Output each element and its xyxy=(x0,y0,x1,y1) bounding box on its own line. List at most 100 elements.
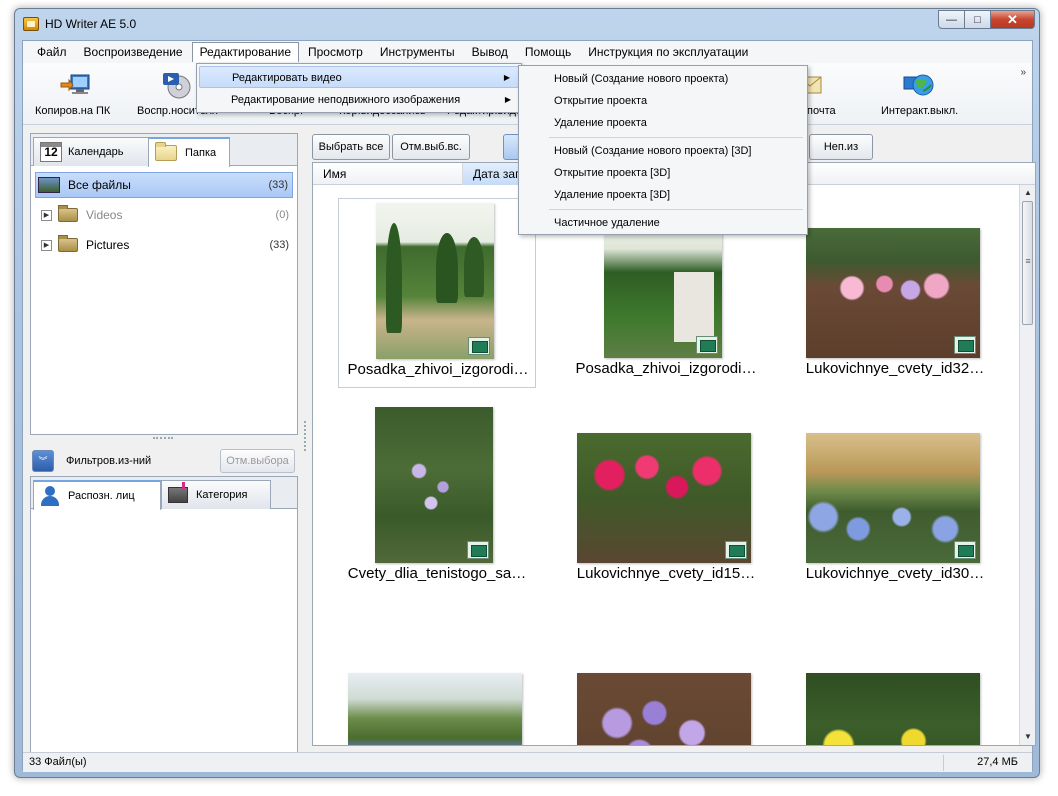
thumbnail-item[interactable] xyxy=(567,633,765,745)
client-area: Файл Воспроизведение Редактирование Прос… xyxy=(22,40,1036,772)
scroll-up-button[interactable]: ▲ xyxy=(1020,185,1035,201)
photo-thumbnail xyxy=(806,673,980,745)
photo-thumbnail xyxy=(577,673,751,745)
thumbnail-label: Lukovichnye_cvety_id30… xyxy=(805,565,985,582)
expand-icon[interactable]: ▶ xyxy=(41,209,52,221)
photo-type-icon xyxy=(954,336,976,354)
thumbnail-label: Cvety_dlia_tenistogo_sa… xyxy=(347,565,527,582)
thumbnail-item[interactable]: Cvety_dlia_tenistogo_sa… xyxy=(338,403,536,593)
copy-to-pc-button[interactable]: Копиров.на ПК xyxy=(29,63,123,123)
thumbnail-item[interactable]: Posadka_zhivoi_izgorodi… xyxy=(338,198,536,388)
tab-face-recognition[interactable]: Распозн. лиц xyxy=(33,480,161,510)
menu-separator xyxy=(549,137,803,138)
title-bar[interactable]: HD Writer AE 5.0 — □ ✕ xyxy=(15,9,1039,41)
total-size: 27,4 МБ xyxy=(977,756,1018,768)
thumbnail-item[interactable]: Lukovichnye_cvety_id30… xyxy=(796,403,994,593)
menu-item-delete-project-3d[interactable]: Удаление проекта [3D] xyxy=(521,184,805,206)
menu-view[interactable]: Просмотр xyxy=(300,42,371,62)
folder-icon xyxy=(58,235,78,252)
tab-folder[interactable]: Папка xyxy=(148,137,230,167)
photo-thumbnail xyxy=(577,433,751,563)
scroll-grip-icon: ≡ xyxy=(1025,256,1031,266)
horizontal-splitter[interactable] xyxy=(153,437,173,441)
tree-item-all-files[interactable]: Все файлы (33) xyxy=(35,172,293,198)
column-name[interactable]: Имя xyxy=(313,163,463,185)
menu-item-new-project[interactable]: Новый (Создание нового проекта) xyxy=(521,68,805,90)
thumbnail-item[interactable] xyxy=(796,633,994,745)
vertical-scrollbar[interactable]: ▲ ≡ ▼ xyxy=(1019,185,1035,745)
filter-toggle-button[interactable]: ︾ xyxy=(32,450,54,472)
tab-category[interactable]: Категория xyxy=(161,480,271,509)
menu-bar: Файл Воспроизведение Редактирование Прос… xyxy=(23,41,1032,63)
folder-icon xyxy=(155,142,177,161)
status-bar: 33 Файл(ы) 27,4 МБ xyxy=(23,752,1032,772)
thumbnail-label: Posadka_zhivoi_izgorodi… xyxy=(575,360,757,377)
photo-type-icon xyxy=(467,541,489,559)
app-window: HD Writer AE 5.0 — □ ✕ Файл Воспроизведе… xyxy=(14,8,1040,778)
thumbnail-view: Имя Дата запи Posadka_zhivoi_izgorodi… P… xyxy=(312,162,1036,746)
menu-help[interactable]: Помощь xyxy=(517,42,579,62)
unselected-button[interactable]: Неп.из xyxy=(809,134,873,160)
copy-to-pc-icon xyxy=(60,74,90,94)
thumbnail-item[interactable] xyxy=(338,633,536,745)
menu-edit[interactable]: Редактирование xyxy=(191,42,299,62)
menu-item-new-project-3d[interactable]: Новый (Создание нового проекта) [3D] xyxy=(521,140,805,162)
menu-item-partial-delete[interactable]: Частичное удаление xyxy=(521,212,805,234)
menu-playback[interactable]: Воспроизведение xyxy=(76,42,191,62)
photo-thumbnail xyxy=(806,228,980,358)
photo-thumbnail xyxy=(348,673,522,745)
minimize-button[interactable]: — xyxy=(938,10,965,29)
menu-item-delete-project[interactable]: Удаление проекта xyxy=(521,112,805,134)
app-logo-icon xyxy=(23,17,39,31)
close-button[interactable]: ✕ xyxy=(990,10,1035,29)
source-panel: 12 Календарь Папка Все файлы (33) ▶ Vide… xyxy=(30,133,298,435)
tab-calendar[interactable]: 12 Календарь xyxy=(33,137,149,166)
status-divider xyxy=(943,755,944,771)
photo-type-icon xyxy=(725,541,747,559)
clear-selection-button[interactable]: Отм.выбора xyxy=(220,449,295,473)
thumbnail-item[interactable]: Lukovichnye_cvety_id15… xyxy=(567,403,765,593)
photo-thumbnail xyxy=(806,433,980,563)
menu-item-edit-video[interactable]: Редактировать видео ▶ xyxy=(199,66,519,88)
expand-icon[interactable]: ▶ xyxy=(41,239,52,251)
menu-tools[interactable]: Инструменты xyxy=(372,42,463,62)
menu-item-open-project-3d[interactable]: Открытие проекта [3D] xyxy=(521,162,805,184)
thumbnail-item[interactable]: Lukovichnye_cvety_id32… xyxy=(796,198,994,388)
maximize-button[interactable]: □ xyxy=(964,10,991,29)
deselect-all-button[interactable]: Отм.выб.вс. xyxy=(392,134,470,160)
scroll-down-button[interactable]: ▼ xyxy=(1020,729,1035,745)
menu-item-open-project[interactable]: Открытие проекта xyxy=(521,90,805,112)
menu-manual[interactable]: Инструкция по эксплуатации xyxy=(580,42,756,62)
tree-item-pictures[interactable]: ▶ Pictures (33) xyxy=(35,232,293,258)
menu-separator xyxy=(549,209,803,210)
select-all-button[interactable]: Выбрать все xyxy=(312,134,390,160)
toolbar-overflow-icon[interactable]: » xyxy=(1020,67,1026,78)
window-title: HD Writer AE 5.0 xyxy=(45,17,137,31)
person-icon xyxy=(40,486,60,506)
file-count: 33 Файл(ы) xyxy=(29,756,87,768)
photo-type-icon xyxy=(696,336,718,354)
filter-tabs: Распозн. лиц Категория xyxy=(31,477,297,510)
vertical-splitter[interactable] xyxy=(304,421,307,451)
photo-thumbnail xyxy=(375,407,493,563)
tree-item-videos[interactable]: ▶ Videos (0) xyxy=(35,202,293,228)
interactive-off-icon xyxy=(903,74,934,96)
interactive-off-button[interactable]: Интеракт.выкл. xyxy=(873,63,969,123)
menu-file[interactable]: Файл xyxy=(29,42,75,62)
edit-video-submenu: Новый (Создание нового проекта) Открытие… xyxy=(518,65,808,235)
menu-item-edit-still-image[interactable]: Редактирование неподвижного изображения … xyxy=(199,89,519,111)
photo-thumbnail xyxy=(376,203,494,359)
filter-label: Фильтров.из-ний xyxy=(66,455,152,467)
edit-menu-dropdown: Редактировать видео ▶ Редактирование неп… xyxy=(196,63,522,113)
thumbnail-label: Lukovichnye_cvety_id15… xyxy=(576,565,756,582)
all-files-icon xyxy=(38,177,60,193)
thumbnail-label: Posadka_zhivoi_izgorodi… xyxy=(347,361,529,378)
menu-output[interactable]: Вывод xyxy=(464,42,516,62)
source-tabs: 12 Календарь Папка xyxy=(31,134,297,167)
media-play-icon xyxy=(163,73,191,99)
folder-icon xyxy=(58,205,78,222)
submenu-arrow-icon: ▶ xyxy=(504,95,511,104)
thumbnail-label: Lukovichnye_cvety_id32… xyxy=(805,360,985,377)
photo-type-icon xyxy=(468,337,490,355)
submenu-arrow-icon: ▶ xyxy=(503,73,510,82)
